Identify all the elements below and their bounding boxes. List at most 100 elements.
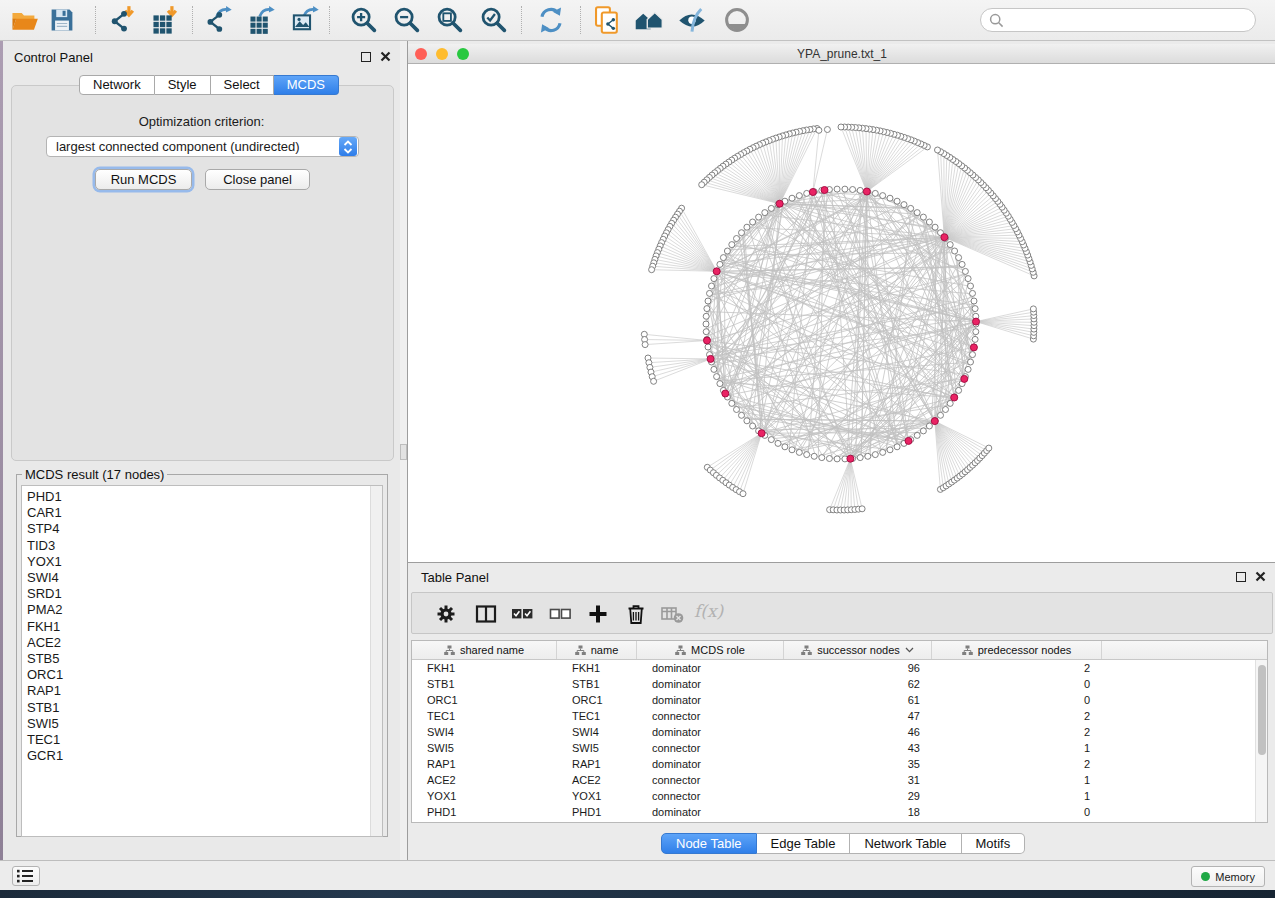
criterion-select-value: largest connected component (undirected) [47,139,339,154]
mcds-result-item[interactable]: SWI5 [27,716,382,732]
search-input[interactable] [1005,13,1255,27]
import-network-icon[interactable] [107,5,137,35]
column-header-predecessor-nodes[interactable]: predecessor nodes [932,641,1102,659]
column-header-name[interactable]: name [557,641,637,659]
network-canvas[interactable] [408,64,1275,563]
mcds-result-item[interactable]: CAR1 [27,505,382,521]
mcds-result-list: PHD1CAR1STP4TID3YOX1SWI4SRD1PMA2FKH1ACE2… [21,485,383,837]
memory-button[interactable]: Memory [1191,866,1265,887]
table-scrollbar-thumb[interactable] [1258,665,1266,755]
toolbar-separator [521,6,522,34]
node-table: shared namenameMCDS rolesuccessor nodesp… [411,640,1268,823]
toolbar-separator [192,6,193,34]
refresh-icon[interactable] [536,5,566,35]
delete-table-icon[interactable] [660,602,684,626]
table-row[interactable]: SWI5SWI5connector431 [412,740,1267,756]
network-window-titlebar[interactable]: YPA_prune.txt_1 [408,44,1275,64]
close-panel-button[interactable]: Close panel [205,169,310,190]
mcds-result-item[interactable]: ORC1 [27,667,382,683]
table-panel: Table Panel f(x) shared namenameMCDS rol… [408,563,1275,860]
float-table-panel-icon[interactable] [1236,572,1246,582]
mcds-result-item[interactable]: TID3 [27,538,382,554]
close-panel-icon[interactable] [380,51,391,62]
show-all-nodes-icon[interactable] [634,5,664,35]
window-maximize-button[interactable] [457,48,469,60]
tab-network[interactable]: Network [79,75,155,95]
table-row[interactable]: YOX1YOX1connector291 [412,788,1267,804]
mcds-list-scrollbar[interactable] [370,486,382,836]
tab-edge-table[interactable]: Edge Table [757,833,851,854]
import-table-icon[interactable] [150,5,180,35]
mcds-result-item[interactable]: RAP1 [27,683,382,699]
memory-label: Memory [1215,871,1255,883]
deselect-checkboxes-icon[interactable] [548,602,572,626]
export-table-icon[interactable] [247,5,277,35]
search-icon [988,12,1005,29]
mcds-result-item[interactable]: STP4 [27,521,382,537]
search-box[interactable] [980,8,1256,32]
table-settings-icon[interactable] [434,602,458,626]
zoom-in-icon[interactable] [349,5,379,35]
control-panel-title: Control Panel [14,50,93,65]
criterion-select[interactable]: largest connected component (undirected) [46,136,359,157]
column-header-shared-name[interactable]: shared name [412,641,557,659]
table-row[interactable]: ORC1ORC1dominator610 [412,692,1267,708]
show-hidden-icon[interactable] [722,5,752,35]
network-graph [408,64,1275,563]
mcds-result-item[interactable]: ACE2 [27,635,382,651]
vertical-splitter[interactable] [400,41,407,860]
export-image-icon[interactable] [291,5,321,35]
mcds-result-item[interactable]: GCR1 [27,748,382,764]
tab-node-table[interactable]: Node Table [661,833,757,854]
hide-selected-icon[interactable] [677,5,707,35]
zoom-out-icon[interactable] [392,5,422,35]
mcds-result-item[interactable]: STB5 [27,651,382,667]
mcds-result-item[interactable]: SWI4 [27,570,382,586]
mcds-result-item[interactable]: YOX1 [27,554,382,570]
clone-network-icon[interactable] [592,5,622,35]
close-table-panel-icon[interactable] [1255,571,1266,582]
table-panel-title: Table Panel [421,570,489,585]
float-panel-icon[interactable] [361,52,371,62]
zoom-fit-icon[interactable] [435,5,465,35]
table-row[interactable]: FKH1FKH1dominator962 [412,660,1267,676]
mcds-result-title: MCDS result (17 nodes) [22,467,167,482]
column-header-MCDS-role[interactable]: MCDS role [637,641,784,659]
window-minimize-button[interactable] [436,48,448,60]
table-row[interactable]: SWI4SWI4dominator462 [412,724,1267,740]
tab-mcds[interactable]: MCDS [274,75,339,95]
table-row[interactable]: PHD1PHD1dominator180 [412,804,1267,820]
window-close-button[interactable] [415,48,427,60]
table-row[interactable]: ACE2ACE2connector311 [412,772,1267,788]
mcds-result-item[interactable]: STB1 [27,700,382,716]
task-history-button[interactable] [12,866,40,886]
export-network-icon[interactable] [204,5,234,35]
save-session-icon[interactable] [47,5,77,35]
mcds-result-item[interactable]: PHD1 [27,489,382,505]
add-column-icon[interactable] [586,602,610,626]
control-panel: Control Panel NetworkStyleSelectMCDS Opt… [3,41,400,860]
run-mcds-button[interactable]: Run MCDS [95,169,192,190]
delete-column-icon[interactable] [624,602,648,626]
right-column: YPA_prune.txt_1 Table Panel f(x) shared … [407,41,1275,860]
mcds-result-item[interactable]: SRD1 [27,586,382,602]
table-row[interactable]: TEC1TEC1connector472 [412,708,1267,724]
zoom-selected-icon[interactable] [479,5,509,35]
table-row[interactable]: RAP1RAP1dominator352 [412,756,1267,772]
tab-motifs[interactable]: Motifs [962,833,1026,854]
tab-select[interactable]: Select [211,75,274,95]
splitter-handle[interactable] [400,444,407,460]
tab-style[interactable]: Style [155,75,211,95]
table-row[interactable]: STB1STB1dominator620 [412,676,1267,692]
column-header-successor-nodes[interactable]: successor nodes [784,641,932,659]
attribute-icon [444,645,455,656]
mcds-result-item[interactable]: TEC1 [27,732,382,748]
open-file-icon[interactable] [9,5,39,35]
optimization-criterion-label: Optimization criterion: [3,114,400,129]
table-scrollbar[interactable] [1255,660,1267,823]
tab-network-table[interactable]: Network Table [850,833,961,854]
split-columns-icon[interactable] [474,602,498,626]
select-all-checkboxes-icon[interactable] [510,602,534,626]
mcds-result-item[interactable]: FKH1 [27,619,382,635]
mcds-result-item[interactable]: PMA2 [27,602,382,618]
